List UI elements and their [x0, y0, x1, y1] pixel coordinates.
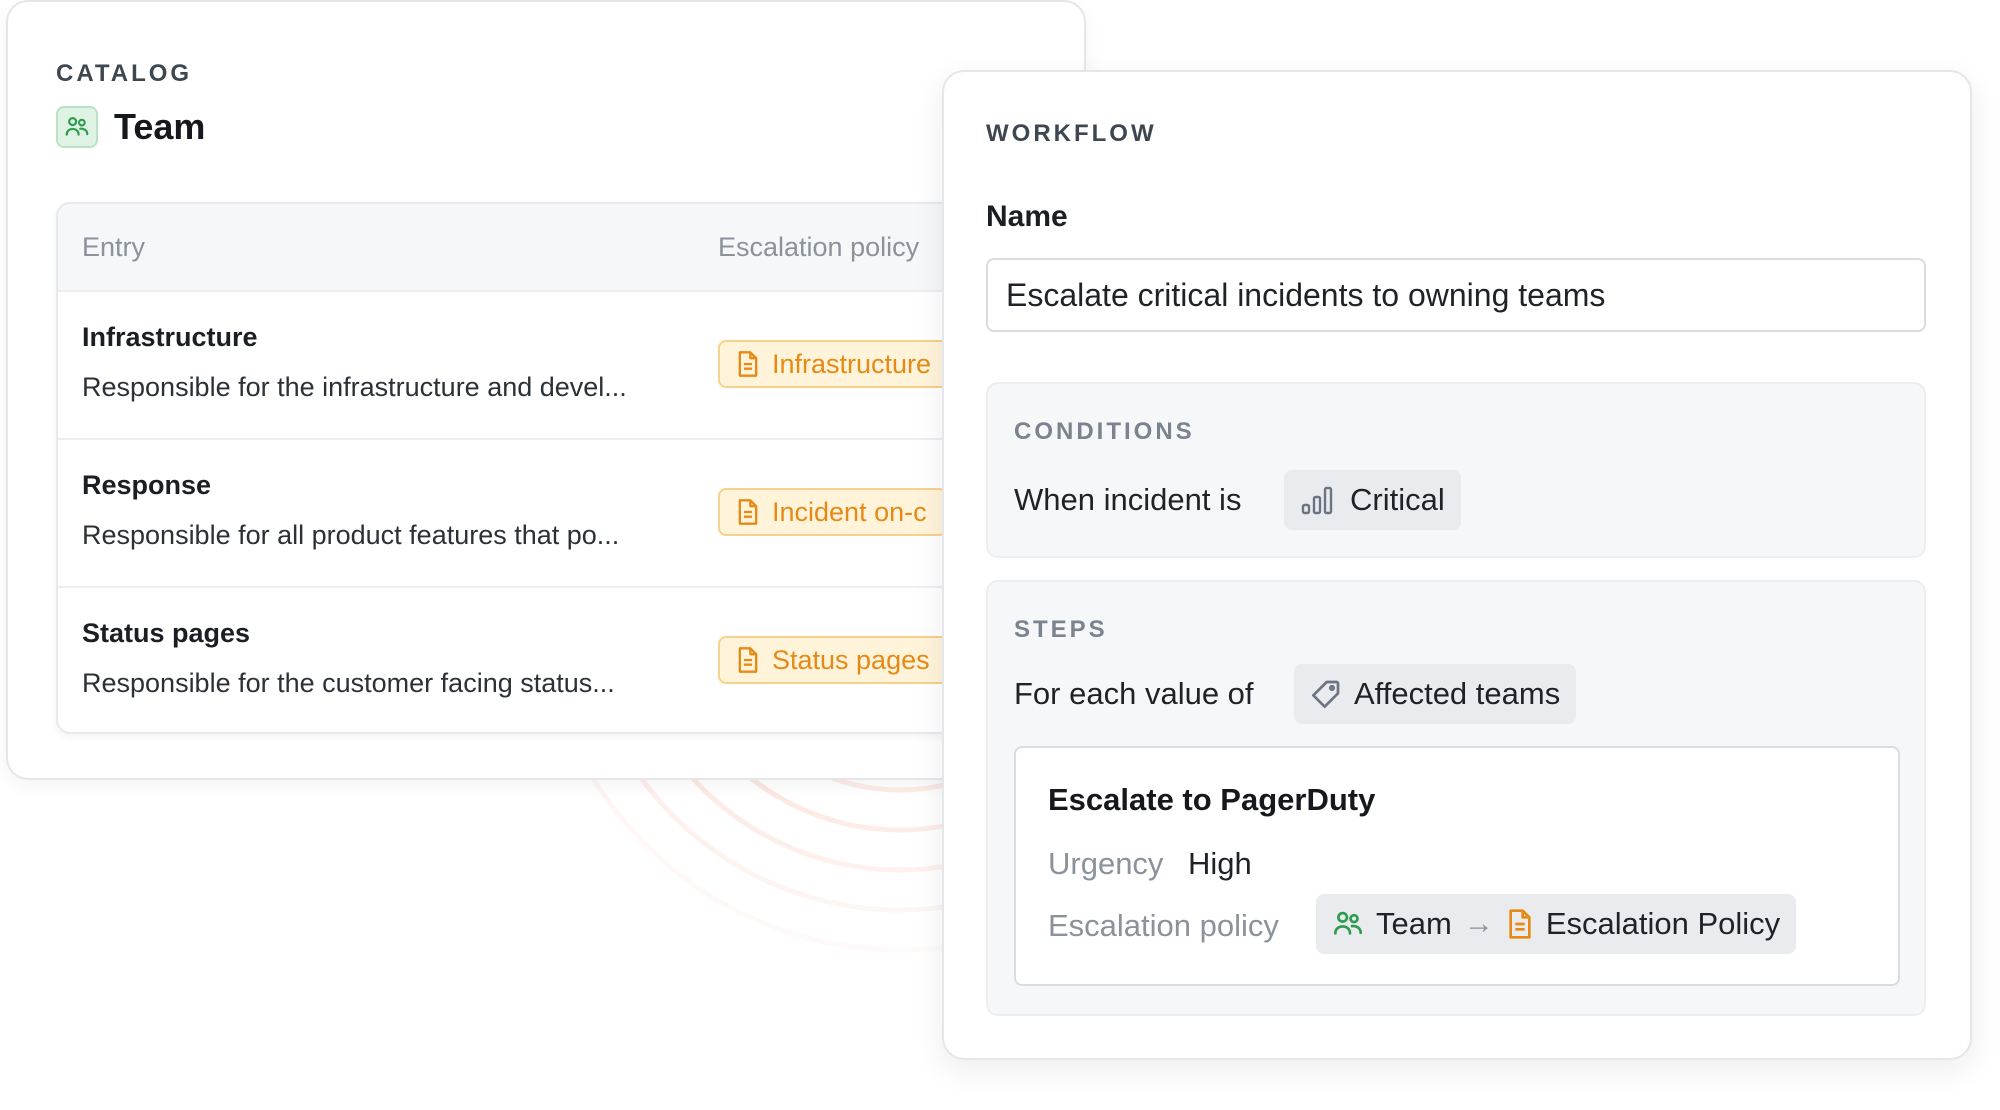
column-header-escalation-policy[interactable]: Escalation policy: [718, 232, 919, 263]
catalog-table: Entry Escalation policy Infrastructure R…: [56, 202, 1084, 734]
policy-badge[interactable]: Status pages: [718, 636, 950, 684]
team-icon: [1334, 911, 1362, 935]
urgency-value: High: [1188, 846, 1252, 881]
attribute-chip-label: Affected teams: [1354, 676, 1561, 711]
catalog-card: CATALOG Team Entry Escalation policy Inf…: [6, 0, 1086, 780]
workflow-section-label: WORKFLOW: [986, 120, 1157, 147]
escalation-policy-label: Escalation policy: [1048, 908, 1279, 943]
row-name: Response: [82, 470, 212, 500]
document-icon: [738, 351, 758, 377]
document-icon: [1509, 909, 1531, 939]
name-label: Name: [986, 200, 1068, 233]
table-row[interactable]: Response Responsible for all product fea…: [58, 440, 1084, 588]
condition-prefix: When incident is: [1014, 482, 1242, 517]
workflow-card: WORKFLOW Name CONDITIONS When incident i…: [942, 70, 1972, 1060]
workflow-name-input[interactable]: [986, 258, 1926, 332]
policy-badge-label: Status pages: [772, 644, 930, 675]
policy-badge-label: Incident on-c: [772, 496, 927, 527]
team-icon: [56, 106, 98, 148]
steps-section-label: STEPS: [1014, 616, 1108, 643]
row-description: Responsible for the customer facing stat…: [82, 668, 615, 698]
step-card[interactable]: Escalate to PagerDuty Urgency High Escal…: [1014, 746, 1900, 986]
row-name: Status pages: [82, 618, 251, 648]
row-description: Responsible for the infrastructure and d…: [82, 372, 627, 402]
table-row[interactable]: Infrastructure Responsible for the infra…: [58, 292, 1084, 440]
attribute-chip[interactable]: Affected teams: [1294, 664, 1577, 724]
column-header-entry[interactable]: Entry: [82, 232, 145, 263]
escalation-policy-chip[interactable]: Team → Escalation Policy: [1316, 894, 1797, 954]
row-description: Responsible for all product features tha…: [82, 520, 620, 550]
policy-badge[interactable]: Infrastructure: [718, 340, 952, 388]
severity-chip[interactable]: Critical: [1284, 470, 1461, 530]
tag-icon: [1312, 680, 1340, 708]
policy-badge[interactable]: Incident on-c: [718, 488, 947, 536]
severity-chip-label: Critical: [1350, 482, 1445, 517]
row-name: Infrastructure: [82, 322, 258, 352]
policy-badge-label: Infrastructure: [772, 348, 932, 379]
step-title: Escalate to PagerDuty: [1048, 782, 1376, 817]
steps-prefix: For each value of: [1014, 676, 1254, 711]
severity-bars-icon: [1301, 486, 1333, 515]
catalog-title-text: Team: [114, 106, 206, 147]
document-icon: [738, 499, 758, 525]
table-header: Entry Escalation policy: [58, 204, 1084, 292]
policy-source-label: Team: [1376, 906, 1452, 941]
conditions-panel: CONDITIONS When incident is Critical: [986, 382, 1926, 558]
catalog-section-label: CATALOG: [56, 60, 193, 87]
catalog-title: Team: [56, 106, 205, 148]
conditions-section-label: CONDITIONS: [1014, 418, 1195, 445]
policy-target-label: Escalation Policy: [1545, 906, 1781, 941]
urgency-label: Urgency: [1048, 846, 1164, 881]
table-row[interactable]: Status pages Responsible for the custome…: [58, 588, 1084, 732]
steps-panel: STEPS For each value of Affected teams E…: [986, 580, 1926, 1016]
document-icon: [738, 647, 758, 673]
arrow-right-icon: →: [1463, 907, 1494, 940]
